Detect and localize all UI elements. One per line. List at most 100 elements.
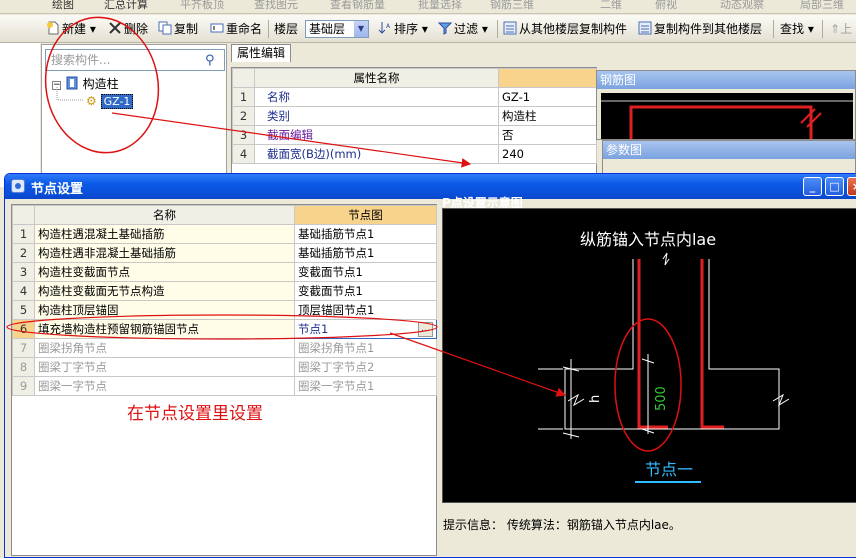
row-number: 7 [12,338,35,358]
minimize-button[interactable]: _ [803,177,822,196]
node-graph-value[interactable]: 顶层锚固节点1 [294,300,437,320]
break-mark-right [772,393,790,407]
node-header-name: 名称 [34,205,295,225]
dim-500-text: 500 [654,386,669,411]
menu-draw[interactable]: 绘图 [52,0,74,12]
move-up-button[interactable]: ⇑上 [828,19,854,39]
new-icon [46,21,60,35]
copy-button[interactable]: 复制 [156,19,200,39]
sort-icon: A [378,21,392,35]
node-name: 构造柱遇非混凝土基础插筋 [34,243,295,263]
rebar-graph-canvas[interactable] [601,93,853,139]
new-button[interactable]: 新建 ▾ [44,19,98,39]
up-arrow-icon: ⇑ [830,22,841,36]
menu-summary[interactable]: 汇总计算 [104,0,148,12]
node-row-selected[interactable]: 6 填充墙构造柱预留钢筋锚固节点 节点1… [12,319,437,339]
menu-find-element[interactable]: 查找图元 [254,0,298,12]
menu-local-3d[interactable]: 局部三维 [800,0,844,12]
row-number: 3 [232,125,255,145]
property-header-name: 属性名称 [254,68,499,88]
search-icon[interactable]: ⚲ [205,53,221,69]
tree-node-gz-1[interactable]: ⚙ GZ-1 [86,93,134,110]
property-table: 属性名称 1 名称 GZ-1 2 类别 构造柱 3 截面编辑 否 4 截面宽(B… [232,68,597,164]
property-value[interactable]: 否 [498,125,597,145]
copy-to-other-floor-button[interactable]: 复制构件到其他楼层 [636,19,764,39]
menu-batch-select[interactable]: 批量选择 [418,0,462,12]
dim-500-line [641,354,655,434]
property-row[interactable]: 2 类别 构造柱 [232,106,597,126]
node-row[interactable]: 1 构造柱遇混凝土基础插筋 基础插筋节点1 [12,224,437,244]
menu-top-view[interactable]: 俯视 [655,0,677,12]
diagram-title: 纵筋锚入节点内lae [580,230,716,249]
node-header-row: 名称 节点图 [12,205,437,225]
menu-orbit[interactable]: 动态观察 [720,0,764,12]
node-graph-value[interactable]: 基础插筋节点1 [294,243,437,263]
node-graph-value[interactable]: 圈梁拐角节点1 [294,338,437,358]
find-button[interactable]: 查找 ▾ [778,19,816,39]
rename-icon [210,21,224,35]
component-tree-panel: ⚲ − 构造柱 ⚙ GZ-1 [41,44,227,174]
copy-from-other-floor-button[interactable]: 从其他楼层复制构件 [501,19,629,39]
floor-select[interactable]: 基础层 ▼ [305,20,369,38]
menu-2d[interactable]: 二维 [600,0,622,12]
property-header-num [232,68,255,88]
node-graph-value[interactable]: 基础插筋节点1 [294,224,437,244]
dialog-titlebar[interactable]: 节点设置 _ □ × [5,174,856,199]
break-mark-left [567,393,585,407]
property-row[interactable]: 4 截面宽(B边)(mm) 240 [232,144,597,164]
node-row[interactable]: 5 构造柱顶层锚固 顶层锚固节点1 [12,300,437,320]
node-row[interactable]: 9 圈梁一字节点 圈梁一字节点1 [12,376,437,396]
node-header-num [12,205,35,225]
maximize-button[interactable]: □ [825,177,844,196]
node-row[interactable]: 4 构造柱变截面无节点构造 变截面节点1 [12,281,437,301]
component-toolbar: 新建 ▾ 删除 复制 重命名 楼层 基础层 ▼ A 排序 ▾ 过滤 ▾ 从其他楼层… [0,15,856,43]
property-value[interactable]: 240 [498,144,597,164]
delete-button[interactable]: 删除 [106,19,150,39]
row-number: 1 [232,87,255,107]
tab-property-editor[interactable]: 属性编辑 [231,44,291,62]
menu-rebar-3d[interactable]: 钢筋三维 [490,0,534,12]
rename-button[interactable]: 重命名 [208,19,264,39]
toolbar-separator [822,20,823,38]
menu-view-rebar[interactable]: 查看钢筋量 [330,0,385,12]
property-value[interactable]: 构造柱 [498,106,597,126]
row-number: 6 [12,319,35,339]
node-graph-value[interactable]: 圈梁一字节点1 [294,376,437,396]
left-dock-list[interactable] [0,37,40,187]
break-mark [662,252,670,266]
node-name: 构造柱遇混凝土基础插筋 [34,224,295,244]
node-preview-canvas[interactable]: 纵筋锚入节点内lae h 500 节点一 [442,208,856,503]
ellipsis-button[interactable]: … [418,322,433,337]
node-graph-value[interactable]: 圈梁丁字节点2 [294,357,437,377]
menu-level-top[interactable]: 平齐板顶 [180,0,224,12]
extension-lines [538,368,563,430]
node-row[interactable]: 2 构造柱遇非混凝土基础插筋 基础插筋节点1 [12,243,437,263]
search-input[interactable] [49,51,199,69]
property-header-value [498,68,597,88]
node-graph-edit-cell[interactable]: 节点1… [294,319,437,339]
node-settings-dialog: 节点设置 _ □ × 名称 节点图 1 构造柱遇混凝土基础插筋 基础插筋节点1 … [4,173,856,558]
svg-text:A: A [386,23,391,30]
node-name: 构造柱变截面无节点构造 [34,281,295,301]
node-name: 圈梁一字节点 [34,376,295,396]
close-button[interactable]: × [847,177,856,196]
hint-text: 传统算法：钢筋锚入节点内lae。 [506,518,681,532]
dialog-app-icon [11,179,25,193]
sort-button[interactable]: A 排序 ▾ [376,19,430,39]
node-graph-value[interactable]: 变截面节点1 [294,281,437,301]
row-number: 9 [12,376,35,396]
row-number: 1 [12,224,35,244]
property-row[interactable]: 3 截面编辑 否 [232,125,597,145]
node-row[interactable]: 7 圈梁拐角节点 圈梁拐角节点1 [12,338,437,358]
property-row[interactable]: 1 名称 GZ-1 [232,87,597,107]
node-row[interactable]: 3 构造柱变截面节点 变截面节点1 [12,262,437,282]
chevron-down-icon[interactable]: ▼ [354,21,368,37]
search-box: ⚲ [45,49,225,71]
node-row[interactable]: 8 圈梁丁字节点 圈梁丁字节点2 [12,357,437,377]
property-value[interactable]: GZ-1 [498,87,597,107]
floor-label: 楼层 [274,22,299,36]
node-name: 构造柱变截面节点 [34,262,295,282]
node-name: 圈梁拐角节点 [34,338,295,358]
filter-button[interactable]: 过滤 ▾ [436,19,490,39]
node-graph-value[interactable]: 变截面节点1 [294,262,437,282]
